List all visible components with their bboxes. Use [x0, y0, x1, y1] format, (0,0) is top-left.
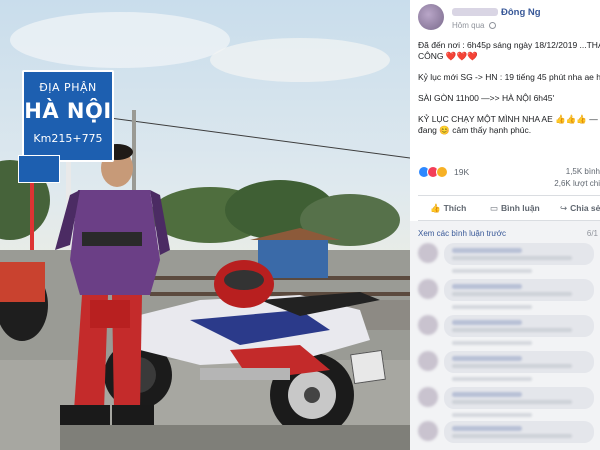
share-count[interactable]: 2,6K lượt chi — [554, 179, 600, 188]
author-name-link[interactable]: Đông Ng — [452, 7, 541, 18]
comment-bubble — [444, 387, 594, 409]
comment-item — [418, 421, 600, 450]
reactions-bar: 19K 1,5K bình 2,6K lượt chi — [418, 166, 600, 190]
wow-reaction-icon[interactable] — [436, 166, 448, 178]
commenter-avatar[interactable] — [418, 279, 438, 299]
like-label: Thích — [443, 203, 467, 213]
sign-region-label: ĐỊA PHẬN — [39, 81, 97, 94]
like-button[interactable]: 👍 Thích — [430, 196, 466, 221]
comment-item — [418, 315, 600, 355]
post-panel: Đông Ng Hôm qua Đã đến nơi : 6h45p sáng … — [410, 0, 600, 450]
thumbs-up-icon: 👍 — [430, 203, 441, 213]
small-road-sign — [18, 155, 60, 183]
share-icon: ↪ — [560, 203, 568, 213]
comment-actions[interactable] — [452, 305, 532, 309]
comment-actions[interactable] — [452, 269, 532, 273]
province-sign: ĐỊA PHẬN HÀ NỘI Km215+775 — [22, 70, 114, 162]
post-line: Đã đến nơi : 6h45p sáng ngày 18/12/2019 … — [418, 40, 600, 50]
post-line: Kỷ lục mới SG -> HN : 19 tiếng 45 phút n… — [418, 72, 600, 82]
comment-icon: ▭ — [490, 203, 499, 213]
comment-item — [418, 351, 600, 391]
post-line: SÀI GÒN 11h00 —>> HÀ NỘI 6h45' — [418, 93, 555, 103]
comment-item — [418, 279, 600, 319]
reaction-count[interactable]: 19K — [454, 167, 469, 177]
author-name-blur — [452, 8, 498, 17]
commenter-avatar[interactable] — [418, 243, 438, 263]
comment-item — [418, 243, 600, 283]
photo-scene — [0, 12, 410, 450]
post-line: đang 😊 cảm thấy hạnh phúc. — [418, 125, 532, 135]
comment-actions[interactable] — [452, 413, 532, 417]
comment-bubble — [444, 243, 594, 265]
post-photo[interactable]: ĐỊA PHẬN HÀ NỘI Km215+775 — [0, 0, 410, 450]
post-text: Đã đến nơi : 6h45p sáng ngày 18/12/2019 … — [418, 40, 600, 146]
share-button[interactable]: ↪ Chia sẻ — [560, 196, 600, 221]
comment-bubble — [444, 315, 594, 337]
post-actions: 👍 Thích ▭ Bình luận ↪ Chia sẻ — [418, 195, 600, 221]
comment-bubble — [444, 421, 594, 443]
sign-kilometer: Km215+775 — [33, 132, 103, 145]
commenter-avatar[interactable] — [418, 387, 438, 407]
comment-button[interactable]: ▭ Bình luận — [490, 196, 540, 221]
post-line: KỶ LỤC CHẠY MỘT MÌNH NHA AE 👍👍👍 — — [418, 114, 598, 124]
post-header: Đông Ng Hôm qua — [418, 4, 600, 34]
comments-section: Xem các bình luận trước 6/1 — [410, 221, 600, 450]
comment-count[interactable]: 1,5K bình — [566, 167, 600, 176]
post-line: CÔNG ❤️❤️❤️ — [418, 51, 478, 61]
comment-actions[interactable] — [452, 377, 532, 381]
commenter-avatar[interactable] — [418, 421, 438, 441]
author-name: Đông Ng — [501, 7, 541, 18]
author-avatar[interactable] — [418, 4, 444, 30]
post-timestamp[interactable]: Hôm qua — [452, 21, 496, 30]
license-plate — [350, 349, 386, 385]
commenter-avatar[interactable] — [418, 351, 438, 371]
comment-actions[interactable] — [452, 341, 532, 345]
comment-label: Bình luận — [501, 203, 540, 213]
comment-page-indicator: 6/1 — [586, 229, 598, 238]
commenter-avatar[interactable] — [418, 315, 438, 335]
globe-icon — [488, 22, 496, 29]
sign-city-name: HÀ NỘI — [24, 99, 112, 123]
post-time: Hôm qua — [452, 21, 485, 30]
comment-bubble — [444, 279, 594, 301]
view-previous-comments-link[interactable]: Xem các bình luận trước — [418, 229, 506, 238]
comment-bubble — [444, 351, 594, 373]
share-label: Chia sẻ — [570, 203, 600, 213]
